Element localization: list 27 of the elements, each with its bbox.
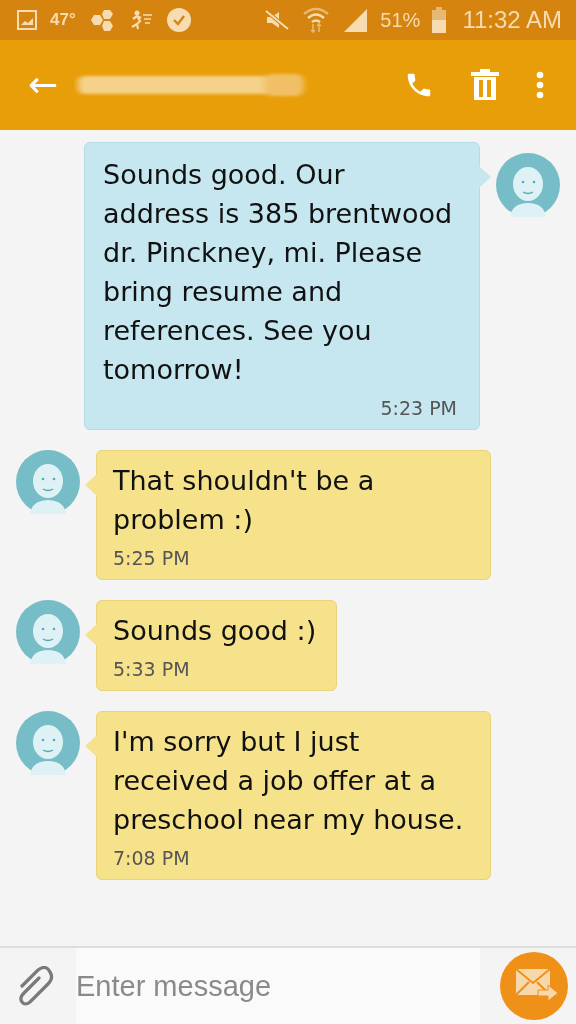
avatar-icon (16, 600, 80, 664)
mute-icon (264, 9, 291, 31)
avatar-icon (16, 450, 80, 514)
more-icon (536, 71, 544, 99)
message-text: Sounds good. Our address is 385 brentwood dr. Pinckney, mi. Please bring resume and references. See you tomorrow! (103, 158, 454, 387)
message-text: I'm sorry but I just received a job offer at a preschool near my house. (113, 725, 465, 837)
paperclip-icon[interactable] (16, 966, 56, 1006)
message-time: 5:23 PM (380, 397, 457, 419)
message-input[interactable]: Enter message (76, 948, 480, 1024)
envelope-send-icon (516, 969, 558, 1003)
message-text: Sounds good :) (113, 614, 317, 648)
battery-percent-text: 51% (380, 8, 421, 32)
signal-icon (342, 7, 369, 33)
avatar-icon (496, 153, 560, 217)
image-icon (16, 9, 38, 31)
temperature-text: 47° (50, 10, 76, 30)
back-button[interactable]: ← (20, 67, 67, 103)
message-text: That shouldn't be a problem :) (113, 464, 376, 537)
avatar-icon (16, 711, 80, 775)
trash-icon (470, 69, 500, 101)
wifi-icon (302, 6, 331, 34)
check-badge-icon (165, 7, 192, 33)
clock-text: 11:32 AM (462, 6, 562, 34)
message-time: 7:08 PM (113, 847, 191, 869)
message-time: 5:33 PM (113, 658, 191, 680)
message-time: 5:25 PM (113, 547, 191, 569)
battery-icon (432, 7, 447, 33)
